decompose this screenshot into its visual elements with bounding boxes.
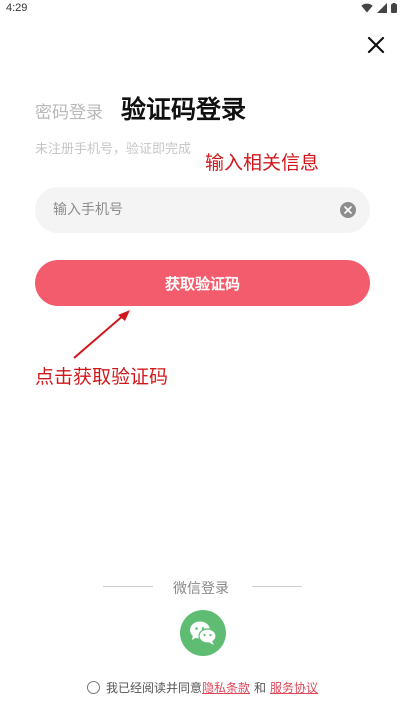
agreement-prefix: 我已经阅读并同意: [106, 681, 203, 695]
wifi-icon: [361, 3, 373, 13]
phone-input[interactable]: [53, 187, 333, 233]
service-link[interactable]: 服务协议: [270, 679, 318, 696]
close-button[interactable]: [364, 33, 388, 57]
clear-icon[interactable]: [340, 202, 356, 218]
status-time: 4:29: [6, 2, 28, 14]
phone-field[interactable]: [35, 187, 370, 233]
wechat-login-label: 微信登录: [173, 581, 229, 597]
subtitle: 未注册手机号，验证即完成: [35, 142, 192, 157]
tab-code-login[interactable]: 验证码登录: [121, 90, 246, 126]
divider-left: [103, 586, 153, 587]
tab-password-login[interactable]: 密码登录: [35, 98, 103, 123]
wechat-icon: [190, 621, 217, 645]
divider-right: [252, 586, 302, 587]
wechat-login-button[interactable]: [180, 610, 226, 656]
privacy-link[interactable]: 隐私条款: [202, 679, 250, 696]
get-code-button[interactable]: 获取验证码: [35, 260, 370, 306]
annotation-click-get-code: 点击获取验证码: [35, 366, 169, 388]
status-icons: [361, 3, 397, 13]
agreement-and: 和: [254, 681, 267, 695]
signal-icon: [377, 3, 387, 13]
close-icon: [367, 36, 385, 54]
annotation-input-info: 输入相关信息: [205, 152, 320, 174]
battery-icon: [391, 3, 397, 13]
status-bar: 4:29: [0, 0, 405, 18]
agreement: 我已经阅读并同意 隐私条款 和 服务协议: [87, 679, 318, 696]
agreement-checkbox[interactable]: [87, 681, 100, 694]
annotation-arrow: [73, 310, 130, 359]
